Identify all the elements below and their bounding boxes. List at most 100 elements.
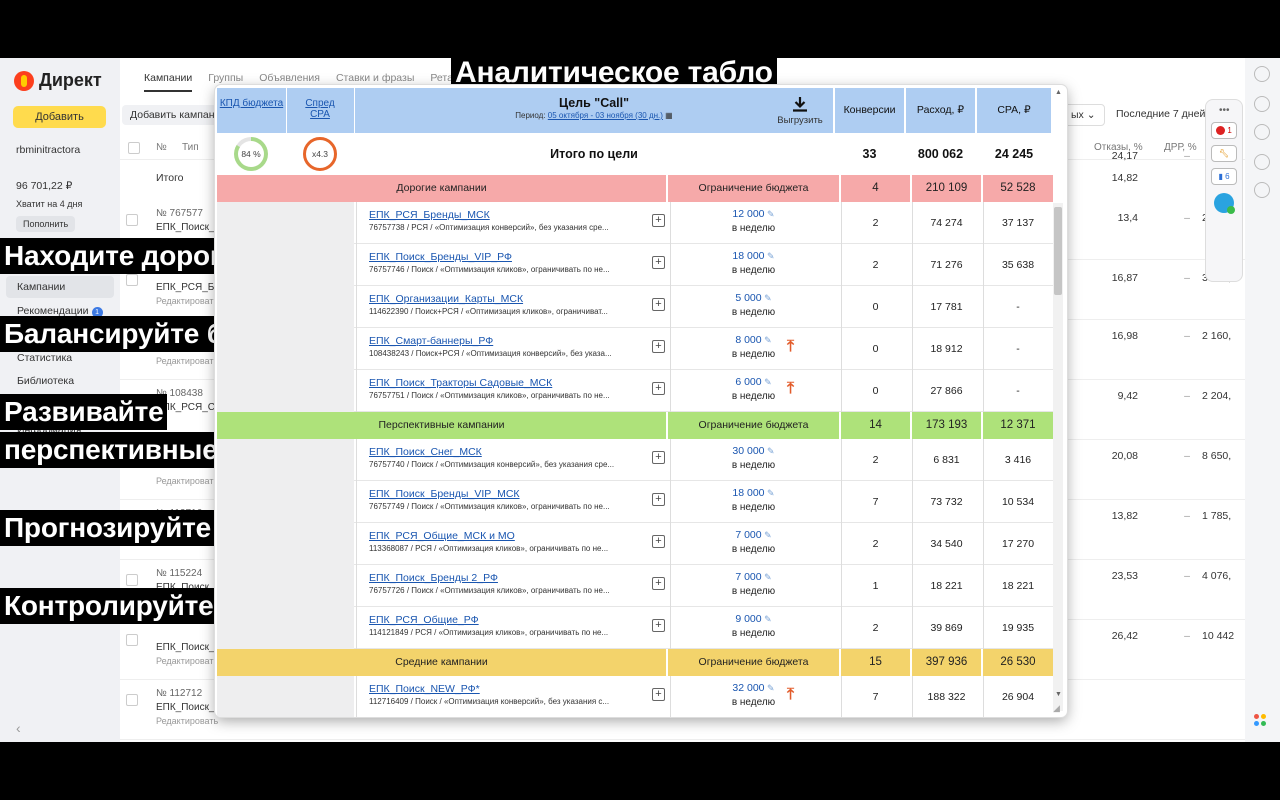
expand-plus-icon[interactable]: +: [652, 256, 665, 269]
budget-limit[interactable]: 9 000 ✎: [668, 613, 839, 625]
campaign-name-link[interactable]: ЕПК_Поиск_Бренды_VIP_МСК: [369, 488, 520, 500]
export-button[interactable]: Выгрузить: [770, 96, 830, 126]
collapse-sidebar-icon[interactable]: ‹: [16, 720, 21, 736]
apps-grid-icon[interactable]: [1254, 714, 1272, 732]
expand-plus-icon[interactable]: +: [652, 214, 665, 227]
budget-limit[interactable]: 12 000 ✎: [668, 208, 839, 220]
col-number[interactable]: №: [156, 142, 167, 153]
edit-pencil-icon[interactable]: ✎: [765, 209, 775, 219]
kpd-header-link[interactable]: КПД бюджета: [219, 98, 284, 109]
edit-pencil-icon[interactable]: ✎: [762, 335, 772, 345]
budget-limit[interactable]: 18 000 ✎: [668, 487, 839, 499]
campaign-name-link[interactable]: ЕПК_Поиск_Бренды_VIP_РФ: [369, 251, 512, 263]
campaign-name-link[interactable]: ЕПК_Смарт-баннеры_РФ: [369, 335, 493, 347]
tab-campaigns[interactable]: Кампании: [144, 72, 192, 92]
modal-scrollbar[interactable]: [1053, 203, 1063, 711]
edit-pencil-icon[interactable]: ✎: [765, 251, 775, 261]
edit-pencil-icon[interactable]: ✎: [765, 446, 775, 456]
budget-limit[interactable]: 6 000 ✎: [668, 376, 839, 388]
expand-plus-icon[interactable]: +: [652, 298, 665, 311]
calendar-icon[interactable]: ▦: [665, 111, 673, 120]
alert-button[interactable]: 1: [1211, 122, 1237, 139]
col-conversions[interactable]: Конверсии: [835, 88, 904, 133]
expand-plus-icon[interactable]: +: [652, 535, 665, 548]
period-selector[interactable]: Последние 7 дней: [1108, 104, 1213, 124]
expand-plus-icon[interactable]: +: [652, 340, 665, 353]
edit-link[interactable]: Редактировать: [156, 356, 218, 366]
chat-icon[interactable]: [1254, 96, 1270, 112]
raise-budget-arrow-icon[interactable]: ⤒: [787, 687, 794, 703]
row-checkbox[interactable]: [126, 694, 138, 706]
edit-pencil-icon[interactable]: ✎: [762, 293, 772, 303]
row-checkbox[interactable]: [126, 274, 138, 286]
budget-limit[interactable]: 7 000 ✎: [668, 571, 839, 583]
help-icon[interactable]: [1254, 124, 1270, 140]
profile-icon[interactable]: [1254, 66, 1270, 82]
col-spend[interactable]: Расход, ₽: [906, 88, 975, 133]
budget-limit[interactable]: 30 000 ✎: [668, 445, 839, 457]
raise-budget-arrow-icon[interactable]: ⤒: [787, 339, 794, 355]
column-divider: [356, 370, 357, 412]
period-link[interactable]: 05 октября - 03 ноября (30 дн.): [548, 111, 663, 120]
expand-plus-icon[interactable]: +: [652, 688, 665, 701]
filter-dropdown[interactable]: ых ⌄: [1062, 104, 1105, 126]
edit-pencil-icon[interactable]: ✎: [762, 614, 772, 624]
add-campaign-button[interactable]: Добавить кампани: [122, 105, 228, 125]
like-icon[interactable]: [1254, 154, 1270, 170]
play-icon[interactable]: [1254, 182, 1270, 198]
campaign-name-link[interactable]: ЕПК_РСЯ_Общие_МСК и МО: [369, 530, 515, 542]
expand-plus-icon[interactable]: +: [652, 382, 665, 395]
budget-limit[interactable]: 7 000 ✎: [668, 529, 839, 541]
campaign-name-link[interactable]: ЕПК_Поиск_: [156, 702, 215, 713]
budget-limit[interactable]: 5 000 ✎: [668, 292, 839, 304]
budget-limit[interactable]: 32 000 ✎: [668, 682, 839, 694]
raise-budget-arrow-icon[interactable]: ⤒: [787, 381, 794, 397]
campaign-name-link[interactable]: ЕПК_Организации_Карты_МСК: [369, 293, 523, 305]
campaign-name-link[interactable]: ЕПК_Поиск_: [156, 222, 215, 233]
budget-limit[interactable]: 18 000 ✎: [668, 250, 839, 262]
sidebar-item-library[interactable]: Библиотека: [6, 370, 114, 392]
scroll-down-icon[interactable]: ▼: [1055, 691, 1062, 698]
row-checkbox[interactable]: [126, 634, 138, 646]
col-type[interactable]: Тип: [182, 142, 199, 153]
campaign-name-link[interactable]: ЕПК_Поиск_Снег_МСК: [369, 446, 482, 458]
expand-plus-icon[interactable]: +: [652, 493, 665, 506]
campaign-name-link[interactable]: ЕПК_Поиск_Б: [156, 642, 221, 653]
account-login[interactable]: rbminitractora: [16, 144, 80, 156]
campaign-conversions: 2: [841, 607, 910, 649]
modal-scrollbar-thumb[interactable]: [1054, 207, 1062, 295]
budget-limit[interactable]: 8 000 ✎: [668, 334, 839, 346]
wrench-button[interactable]: 🔧︎: [1211, 145, 1237, 162]
edit-link[interactable]: Редактировать: [156, 296, 218, 306]
resize-handle-icon[interactable]: ◢: [1053, 703, 1065, 715]
expand-plus-icon[interactable]: +: [652, 451, 665, 464]
expand-plus-icon[interactable]: +: [652, 619, 665, 632]
edit-link[interactable]: Редактировать: [156, 716, 218, 726]
campaign-name-link[interactable]: ЕПК_РСЯ_Общие_РФ: [369, 614, 479, 626]
sidebar-item-campaigns[interactable]: Кампании: [6, 276, 114, 298]
edit-pencil-icon[interactable]: ✎: [765, 488, 775, 498]
edit-link[interactable]: Редактировать: [156, 476, 218, 486]
select-all-checkbox[interactable]: [128, 142, 140, 154]
col-cpa[interactable]: CPA, ₽: [977, 88, 1051, 133]
add-button[interactable]: Добавить: [13, 106, 106, 128]
edit-pencil-icon[interactable]: ✎: [762, 377, 772, 387]
edit-pencil-icon[interactable]: ✎: [762, 572, 772, 582]
more-icon[interactable]: •••: [1219, 105, 1230, 116]
direct-logo[interactable]: Директ: [14, 70, 102, 91]
expand-plus-icon[interactable]: +: [652, 577, 665, 590]
row-checkbox[interactable]: [126, 574, 138, 586]
top-up-button[interactable]: Пополнить: [16, 216, 75, 232]
stats-button[interactable]: ▮ 6: [1211, 168, 1237, 185]
spread-header-link[interactable]: Спред CPA: [295, 98, 345, 120]
edit-pencil-icon[interactable]: ✎: [762, 530, 772, 540]
campaign-name-link[interactable]: ЕПК_Поиск_Бренды 2_РФ: [369, 572, 498, 584]
edit-link[interactable]: Редактировать: [156, 656, 218, 666]
scroll-up-icon[interactable]: ▲: [1055, 89, 1062, 96]
campaign-name-link[interactable]: ЕПК_Поиск_NEW_РФ*: [369, 683, 480, 695]
campaign-name-link[interactable]: ЕПК_РСЯ_Бренды_МСК: [369, 209, 490, 221]
campaign-name-link[interactable]: ЕПК_РСЯ_Бр: [156, 282, 220, 293]
edit-pencil-icon[interactable]: ✎: [765, 683, 775, 693]
campaign-name-link[interactable]: ЕПК_Поиск_Тракторы Садовые_МСК: [369, 377, 552, 389]
row-checkbox[interactable]: [126, 214, 138, 226]
